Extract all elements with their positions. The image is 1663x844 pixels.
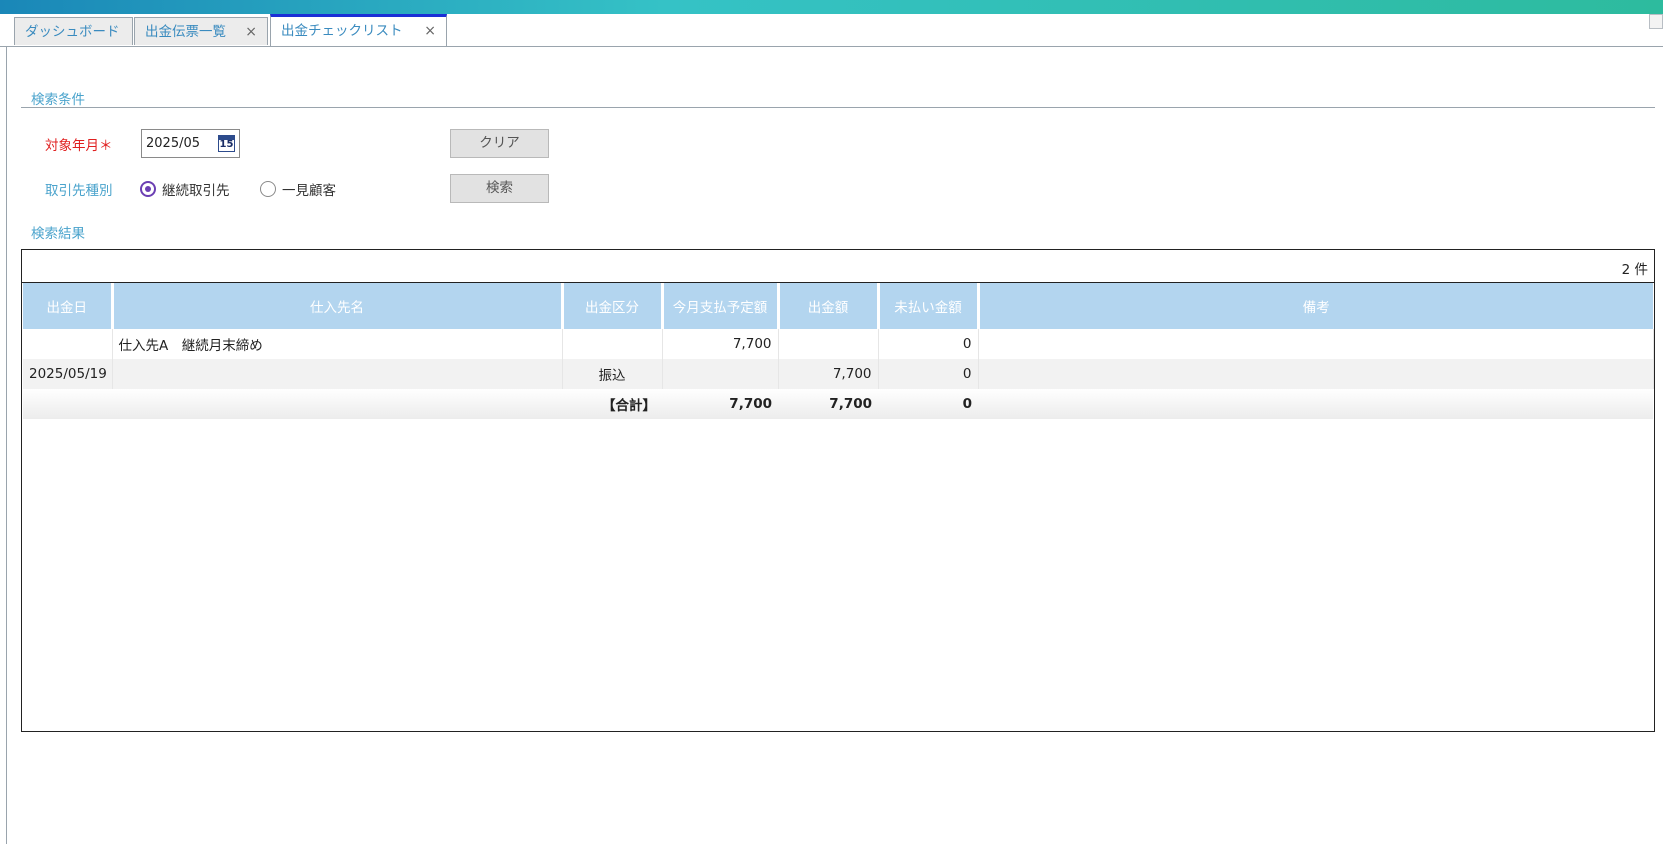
table-header-row: 出金日 仕入先名 出金区分 今月支払予定額 出金額 未払い金額 備考	[23, 283, 1653, 329]
results-panel: 2 件 出金日 仕入先名 出金区分 今月支払予定額 出金額 未払い金額 備考 仕…	[21, 249, 1655, 732]
tab-label: 出金伝票一覧	[145, 24, 226, 40]
calendar-day: 15	[219, 139, 234, 150]
total-row: 【合計】 7,700 7,700 0	[23, 389, 1653, 419]
tab-strip: ダッシュボード 出金伝票一覧 × 出金チェックリスト ×	[0, 14, 1663, 47]
radio-continuing-partner[interactable]	[140, 181, 156, 197]
cell-scheduled-amount: 7,700	[662, 329, 779, 359]
tab-payment-checklist[interactable]: 出金チェックリスト ×	[270, 14, 447, 46]
cell-unpaid-amount: 0	[878, 329, 979, 359]
cell-supplier-name	[112, 359, 563, 389]
total-unpaid-amount: 0	[878, 389, 978, 419]
total-scheduled-amount: 7,700	[662, 389, 778, 419]
tab-payment-slip-list[interactable]: 出金伝票一覧 ×	[134, 17, 268, 45]
tab-label: 出金チェックリスト	[281, 23, 403, 39]
cell-paid-amount: 7,700	[778, 359, 879, 389]
cell-payment-date: 2025/05/19	[23, 359, 113, 389]
cell-payment-type: 振込	[562, 359, 663, 389]
section-divider	[21, 107, 1655, 108]
column-header-supplier-name[interactable]: 仕入先名	[112, 283, 564, 329]
target-month-input[interactable]: 2025/05 15	[141, 129, 240, 158]
column-header-paid-amount[interactable]: 出金額	[778, 283, 880, 329]
result-count: 2 件	[1621, 262, 1648, 278]
column-header-scheduled-amount[interactable]: 今月支払予定額	[662, 283, 780, 329]
tab-label: ダッシュボード	[25, 24, 120, 40]
results-table: 出金日 仕入先名 出金区分 今月支払予定額 出金額 未払い金額 備考 仕入先A …	[23, 283, 1654, 419]
cell-payment-date	[23, 329, 113, 359]
total-paid-amount: 7,700	[778, 389, 878, 419]
total-label: 【合計】	[562, 389, 662, 419]
search-conditions-title: 検索条件	[31, 92, 85, 108]
column-header-unpaid-amount[interactable]: 未払い金額	[878, 283, 980, 329]
target-month-value: 2025/05	[146, 136, 201, 151]
cell-empty	[112, 389, 562, 419]
cell-empty	[23, 389, 112, 419]
cell-empty	[978, 389, 1653, 419]
content-left-border	[6, 46, 7, 844]
search-button[interactable]: 検索	[450, 174, 549, 203]
cell-remarks	[978, 359, 1654, 389]
cell-unpaid-amount: 0	[878, 359, 979, 389]
cell-supplier-name: 仕入先A 継続月末締め	[112, 329, 563, 359]
table-row[interactable]: 2025/05/19 振込 7,700 0	[23, 359, 1654, 389]
target-month-label: 対象年月＊	[45, 138, 113, 154]
radio-one-time-customer-label[interactable]: 一見顧客	[282, 179, 336, 199]
cell-paid-amount	[778, 329, 879, 359]
table-row[interactable]: 仕入先A 継続月末締め 7,700 0	[23, 329, 1654, 359]
window-corner-button[interactable]	[1649, 14, 1663, 29]
column-header-payment-type[interactable]: 出金区分	[562, 283, 664, 329]
column-header-remarks[interactable]: 備考	[978, 283, 1653, 329]
partner-type-label: 取引先種別	[45, 183, 113, 199]
app-top-bar	[0, 0, 1663, 14]
close-icon[interactable]: ×	[424, 17, 436, 45]
radio-continuing-partner-label[interactable]: 継続取引先	[162, 179, 230, 199]
radio-one-time-customer[interactable]	[260, 181, 276, 197]
close-icon[interactable]: ×	[245, 18, 257, 46]
search-results-title: 検索結果	[31, 226, 85, 242]
clear-button[interactable]: クリア	[450, 129, 549, 158]
calendar-icon[interactable]: 15	[218, 135, 235, 152]
cell-scheduled-amount	[662, 359, 779, 389]
cell-remarks	[978, 329, 1654, 359]
column-header-payment-date[interactable]: 出金日	[23, 283, 114, 329]
tab-dashboard[interactable]: ダッシュボード	[14, 17, 133, 45]
cell-payment-type	[562, 329, 663, 359]
